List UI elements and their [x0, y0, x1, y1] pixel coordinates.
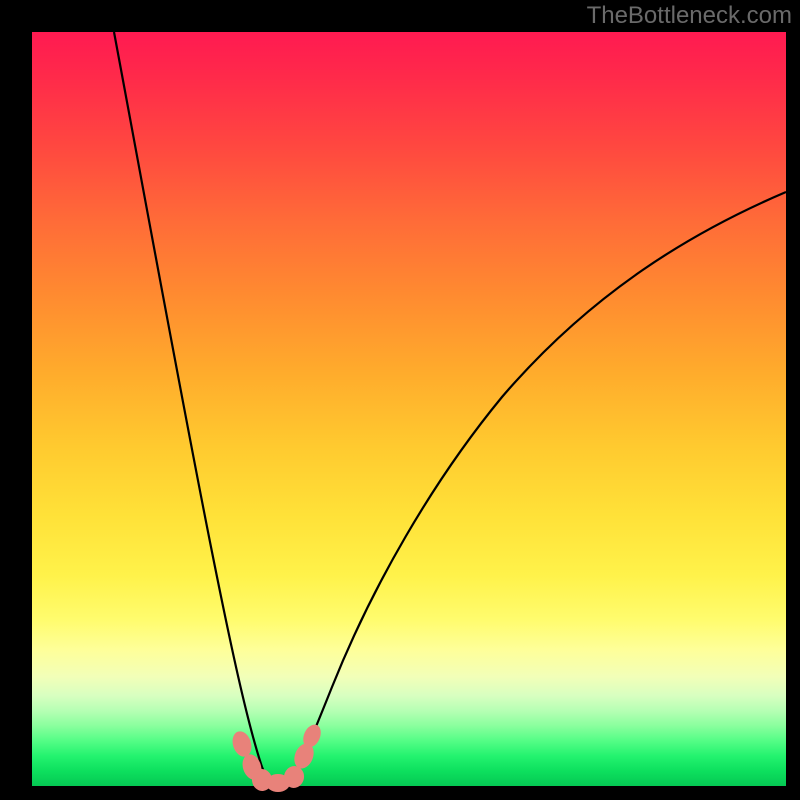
valley-markers — [229, 722, 324, 793]
left-branch-path — [114, 32, 276, 786]
plot-area — [32, 32, 786, 786]
chart-frame: TheBottleneck.com — [0, 0, 800, 800]
curve-layer — [32, 32, 786, 786]
watermark-text: TheBottleneck.com — [587, 2, 792, 30]
right-branch-path — [288, 192, 786, 786]
